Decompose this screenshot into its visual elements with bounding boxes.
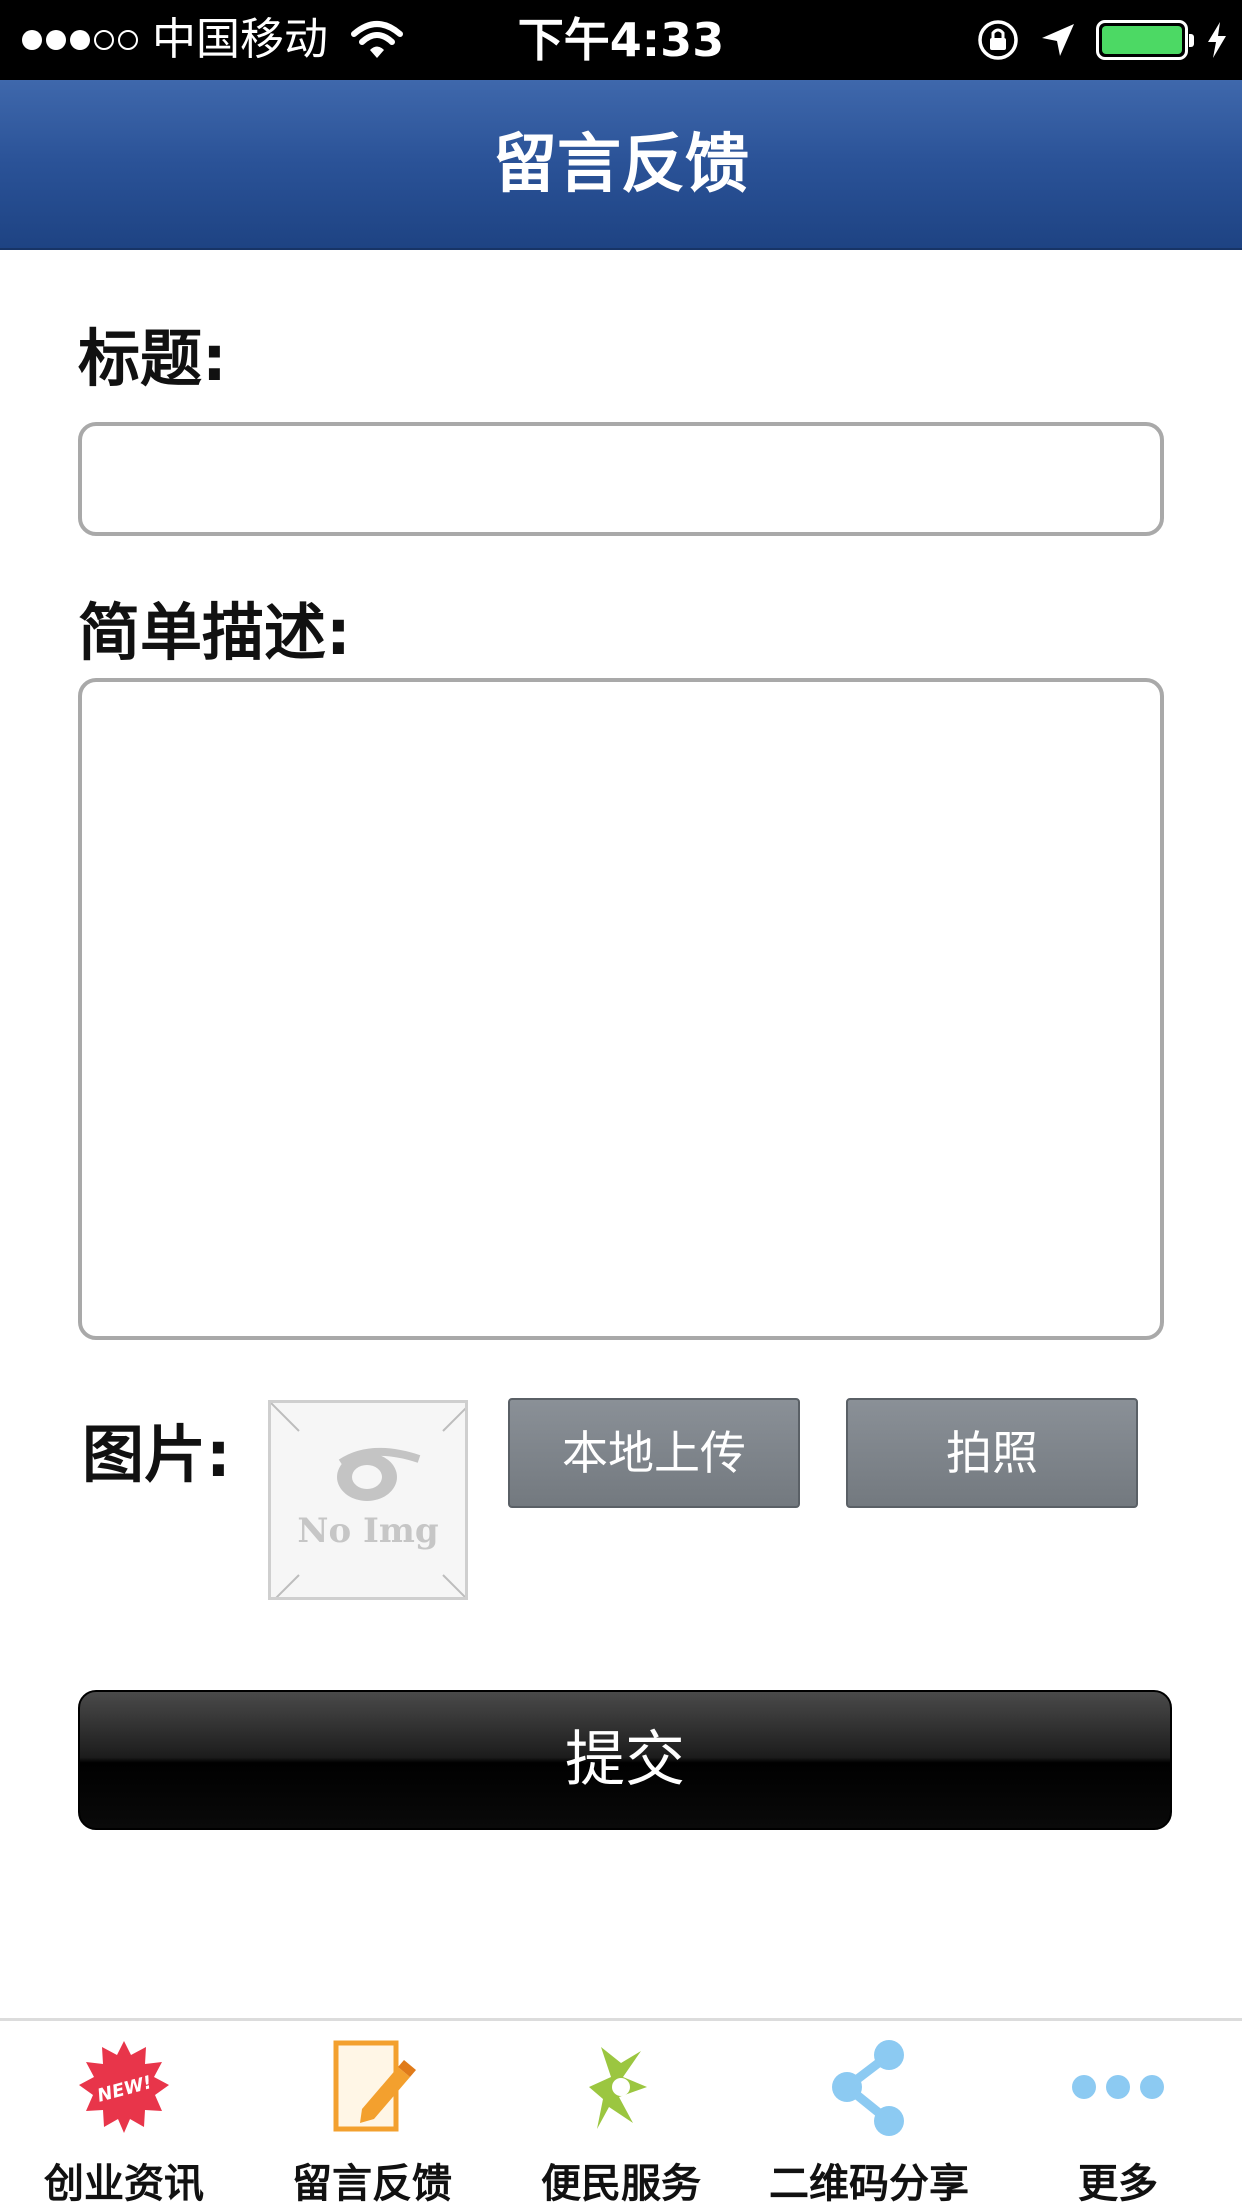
charging-bolt-icon	[1208, 22, 1226, 58]
tab-public-service[interactable]: 便民服务	[497, 2021, 745, 2208]
battery-level-fill	[1102, 26, 1182, 54]
title-label: 标题:	[78, 322, 227, 395]
tab-more[interactable]: 更多	[994, 2021, 1242, 2208]
title-input[interactable]	[78, 422, 1164, 536]
tab-feedback[interactable]: 留言反馈	[248, 2021, 496, 2208]
tab-label: 二维码分享	[769, 2161, 969, 2207]
description-textarea[interactable]	[78, 678, 1164, 1340]
tab-qr-share[interactable]: 二维码分享	[745, 2021, 993, 2208]
status-right	[976, 12, 1228, 68]
local-upload-button[interactable]: 本地上传	[508, 1398, 800, 1508]
tab-startup-news[interactable]: NEW! 创业资讯	[0, 2021, 248, 2208]
battery-icon	[1096, 20, 1194, 60]
navigation-bar: 留言反馈	[0, 80, 1242, 250]
image-placeholder: No Img	[268, 1400, 468, 1600]
app-screen: 中国移动 下午4:33 留言反馈 标题: 简单描述: 图片: No Img 本地…	[0, 0, 1242, 2208]
orientation-lock-icon	[978, 20, 1018, 60]
status-bar: 中国移动 下午4:33	[0, 0, 1242, 80]
more-dots-icon	[1072, 2075, 1164, 2099]
share-icon	[832, 2040, 904, 2136]
no-image-text: No Img	[297, 1511, 439, 1551]
location-arrow-icon	[1042, 24, 1074, 56]
tab-bar: NEW! 创业资讯 留言反馈 便民服务 二维码分享 更多	[0, 2018, 1242, 2208]
service-icon	[589, 2047, 647, 2129]
tab-label: 留言反馈	[292, 2161, 452, 2207]
take-photo-button[interactable]: 拍照	[846, 1398, 1138, 1508]
page-title: 留言反馈	[493, 128, 749, 202]
image-label: 图片:	[82, 1418, 231, 1491]
tab-label: 创业资讯	[44, 2161, 204, 2207]
new-badge-icon: NEW!	[79, 2041, 169, 2133]
tab-label: 更多	[1078, 2161, 1158, 2207]
no-image-icon	[271, 1403, 465, 1597]
description-label: 简单描述:	[78, 596, 351, 669]
tab-label: 便民服务	[541, 2161, 701, 2207]
edit-note-icon	[333, 2040, 416, 2132]
submit-button[interactable]: 提交	[78, 1690, 1172, 1830]
